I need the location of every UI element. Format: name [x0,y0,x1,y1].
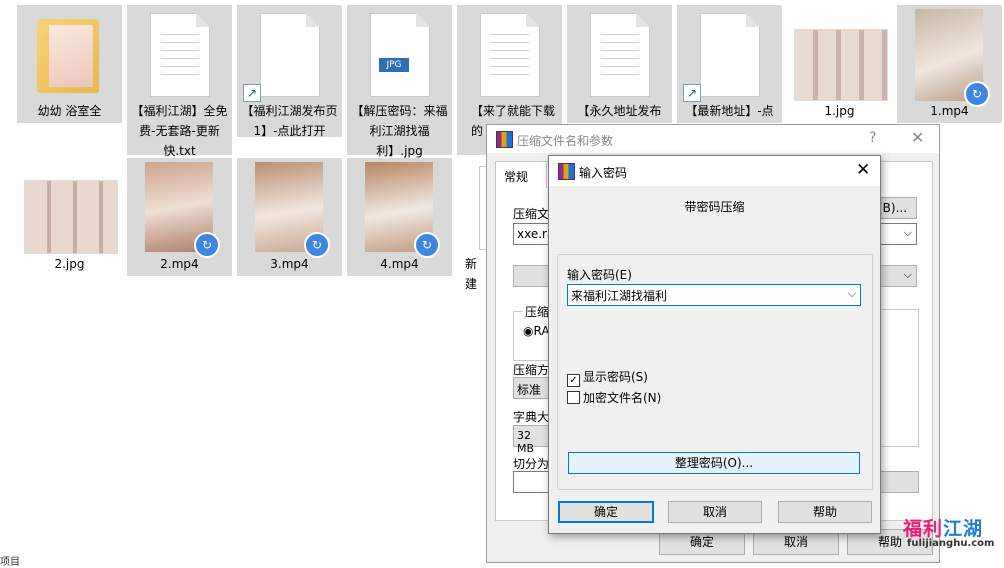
method-select[interactable]: 标准 [513,377,551,399]
file-tile-video[interactable]: ↻ 3.mp4 [237,158,342,276]
cancel-button[interactable]: 取消 [668,501,762,523]
file-name: 2.jpg [54,257,85,271]
password-dialog-title: 输入密码 [579,166,628,180]
file-name: 1.mp4 [930,104,969,118]
watermark-logo: 福利江湖 fulijianghu.com [903,514,1003,554]
file-name: 幼幼 浴室全 [37,104,102,118]
file-name: 3.mp4 [270,257,309,271]
text-file-icon [590,13,650,97]
file-tile-video[interactable]: ↻ 4.mp4 [347,158,452,276]
password-input[interactable]: 来福利江湖找福利 ⌵ [567,284,861,306]
watermark-url: fulijianghu.com [907,538,995,549]
file-name: 【福利江湖发布页1】-点此打开 [241,104,338,138]
file-tile-image[interactable]: 2.jpg [17,158,122,276]
file-name: 新建 [465,257,478,291]
split-field[interactable] [513,471,551,493]
text-file-icon [150,13,210,97]
file-name: 【解压密码：来福利江湖找福利】.jpg [351,104,448,158]
options-panel [879,309,919,447]
password-value: 来福利江湖找福利 [571,289,668,303]
file-tile-partial[interactable]: 新建 [457,158,488,291]
checkbox-checked-icon: ✓ [567,374,580,387]
set-password-button[interactable] [879,471,919,493]
password-dialog-titlebar[interactable]: 输入密码 ✕ [549,156,880,186]
blank-file-icon [260,13,320,97]
dict-value: 32 MB [517,429,535,455]
folder-icon [37,19,99,93]
ok-button[interactable]: 确定 [558,501,654,523]
password-dialog[interactable]: 输入密码 ✕ 带密码压缩 输入密码(E) 来福利江湖找福利 ⌵ ✓ 显示密码(S)… [548,155,881,534]
close-icon[interactable]: ✕ [856,160,870,180]
file-name: 【福利江湖】全免费-无套路-更新快.txt [131,104,228,158]
close-icon[interactable]: ✕ [911,128,924,147]
jpg-file-icon: JPG [370,13,430,97]
file-tile-jpg[interactable]: JPG 【解压密码：来福利江湖找福利】.jpg [347,5,452,158]
file-tile-shortcut[interactable]: ↗ 【福利江湖发布页1】-点此打开 [237,5,342,138]
radio-selected-icon: ◉ [523,324,534,338]
manage-passwords-button[interactable]: 整理密码(O)... [568,452,860,474]
winrar-icon [496,131,513,148]
show-password-checkbox[interactable]: ✓ 显示密码(S) [567,368,648,387]
browse-button-label: (B)... [878,201,908,215]
archive-dialog-titlebar[interactable]: 压缩文件名和参数 ? ✕ [487,125,939,153]
method-value: 标准 [517,383,542,397]
watermark-text: 福利江湖 [903,518,984,540]
image-thumbnail [794,29,888,101]
checkbox-unchecked-icon [567,391,580,404]
encrypt-names-checkbox[interactable]: 加密文件名(N) [567,389,661,406]
text-file-icon [480,13,540,97]
shortcut-arrow-icon: ↗ [683,84,701,102]
file-name: 1.jpg [824,104,855,118]
dict-select[interactable]: 32 MB [513,425,551,455]
jpg-badge: JPG [379,58,409,72]
file-tile-txt[interactable]: 【福利江湖】全免费-无套路-更新快.txt [127,5,232,158]
file-name: 【永久地址发布 [577,104,662,118]
dialog-heading: 带密码压缩 [684,200,745,214]
method-label: 压缩方 [513,363,550,377]
winrar-icon [558,163,575,180]
show-password-label: 显示密码(S) [583,370,648,384]
file-tile-video[interactable]: ↻ 1.mp4 [897,5,1002,123]
blank-file-icon [700,13,760,97]
split-label: 切分为 [513,457,550,471]
chevron-down-icon: ⌵ [903,226,912,239]
tab-general-label: 常规 [504,170,529,184]
dict-label: 字典大 [513,410,550,424]
chevron-down-icon[interactable]: ⌵ [848,287,856,301]
file-name: 【最新地址】-点 [685,104,774,118]
password-label: 输入密码(E) [567,268,632,282]
help-icon[interactable]: ? [869,130,876,146]
chevron-down-icon: ⌵ [903,268,912,281]
file-tile-txt[interactable]: 【永久地址发布 [567,5,672,123]
tab-general[interactable]: 常规 [495,161,547,188]
encrypt-names-label: 加密文件名(N) [583,391,662,405]
help-button[interactable]: 帮助 [778,501,872,523]
shortcut-arrow-icon: ↗ [243,84,261,102]
archive-dialog-title: 压缩文件名和参数 [517,134,614,148]
file-name: 2.mp4 [160,257,199,271]
file-name: 4.mp4 [380,257,419,271]
format-label: 压缩 [523,303,552,320]
format-rar-radio[interactable]: ◉RA [523,324,550,338]
file-tile-folder[interactable]: 幼幼 浴室全 [17,5,122,123]
file-tile-shortcut[interactable]: ↗ 【最新地址】-点 [677,5,782,123]
image-thumbnail [24,180,118,254]
file-tile-video[interactable]: ↻ 2.mp4 [127,158,232,276]
archive-name-label: 压缩文 [513,207,550,221]
file-tile-image[interactable]: 1.jpg [787,5,892,123]
